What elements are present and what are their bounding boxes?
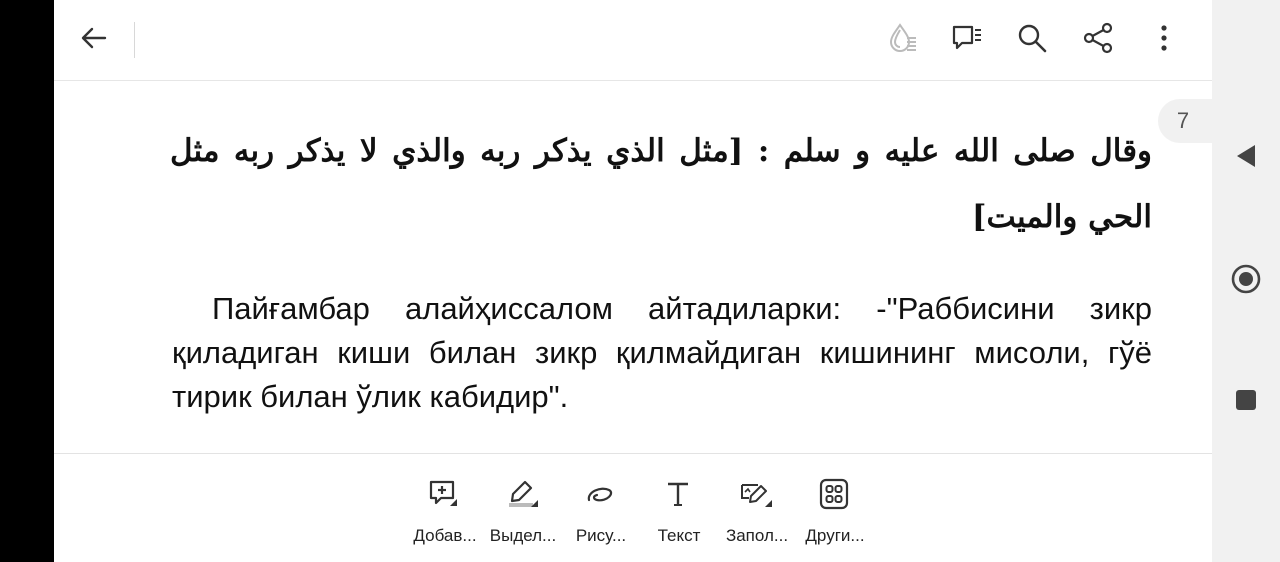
nav-back-button[interactable]	[1226, 138, 1266, 178]
top-toolbar	[54, 0, 1212, 81]
highlight-tool[interactable]: Выдел...	[484, 472, 562, 552]
add-comment-icon	[426, 478, 462, 510]
highlight-label: Выдел...	[489, 526, 557, 545]
nav-back-icon	[1234, 143, 1258, 173]
more-tools-tool[interactable]: Други...	[796, 472, 874, 552]
add-comment-label: Добав...	[413, 526, 477, 545]
toolbar-divider	[134, 22, 135, 58]
left-black-strip	[0, 0, 54, 562]
fill-sign-icon	[738, 478, 774, 510]
comments-icon	[950, 21, 984, 59]
nav-home-icon	[1230, 263, 1262, 299]
system-navigation-bar	[1212, 0, 1280, 562]
uzbek-translation-text: Пайғамбар алайҳиссалом айтадиларки: -"Ра…	[172, 291, 1152, 414]
draw-label: Рису...	[575, 526, 627, 545]
search-button[interactable]	[1014, 22, 1050, 58]
text-label: Текст	[657, 526, 701, 545]
nav-recents-icon	[1235, 389, 1257, 415]
text-icon	[660, 478, 696, 510]
page-number-badge: 7	[1158, 99, 1214, 143]
share-button[interactable]	[1080, 22, 1116, 58]
reading-mode-icon	[885, 21, 919, 59]
highlight-icon	[504, 478, 540, 510]
nav-recents-button[interactable]	[1226, 382, 1266, 422]
back-button[interactable]	[76, 22, 112, 58]
search-icon	[1015, 21, 1049, 59]
fill-sign-tool[interactable]: Запол...	[718, 472, 796, 552]
arabic-hadith-text: وقال صلى الله عليه و سلم : [مثل الذي يذك…	[170, 133, 1152, 235]
more-options-button[interactable]	[1146, 22, 1182, 58]
draw-icon	[582, 478, 618, 510]
bottom-toolbar-divider	[54, 453, 1212, 454]
text-tool[interactable]: Текст	[640, 472, 718, 552]
more-tools-icon	[816, 478, 852, 510]
arrow-left-icon	[79, 23, 109, 57]
comments-button[interactable]	[949, 22, 985, 58]
add-comment-tool[interactable]: Добав...	[406, 472, 484, 552]
page-number: 7	[1176, 108, 1190, 133]
reading-mode-button[interactable]	[884, 22, 920, 58]
more-tools-label: Други...	[805, 526, 865, 545]
draw-tool[interactable]: Рису...	[562, 472, 640, 552]
annotation-toolbar: Добав... Выдел... Рису... Текст Запол...…	[406, 472, 865, 552]
more-vertical-icon	[1147, 21, 1181, 59]
fill-sign-label: Запол...	[725, 526, 789, 545]
pdf-viewer: 7 وقال صلى الله عليه و سلم : [مثل الذي ي…	[54, 0, 1214, 562]
nav-home-button[interactable]	[1226, 261, 1266, 301]
share-icon	[1081, 21, 1115, 59]
